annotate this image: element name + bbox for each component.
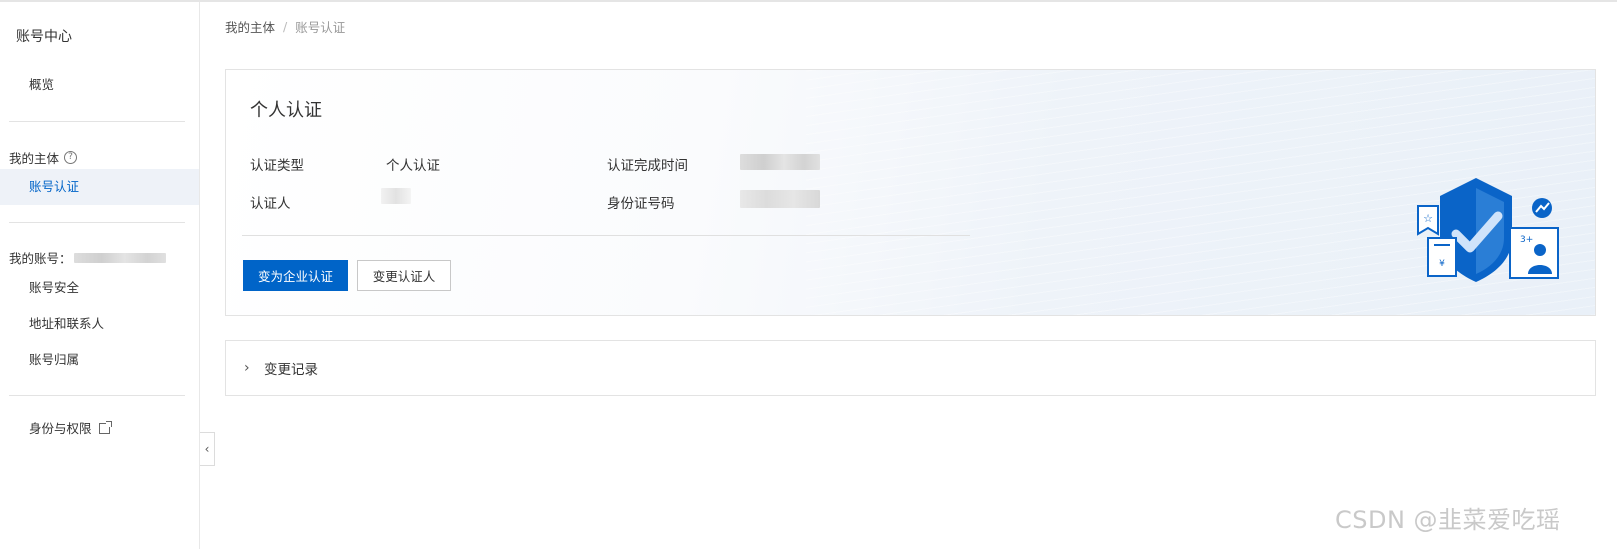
svg-text:¥: ¥ [1439, 259, 1445, 269]
change-records-label: 变更记录 [264, 362, 318, 378]
sidebar-item-identity-permissions-label: 身份与权限 [29, 421, 92, 436]
masked-account-id [73, 252, 166, 263]
change-certifier-button[interactable]: 变更认证人 [357, 260, 451, 291]
sidebar: 账号中心 概览 我的主体 ? 账号认证 我的账号： 账号安全 地址和联系人 账号… [0, 2, 200, 549]
sidebar-item-address-contacts[interactable]: 地址和联系人 [0, 306, 199, 342]
sidebar-divider [9, 395, 185, 396]
external-link-icon [98, 421, 112, 434]
breadcrumb-root[interactable]: 我的主体 [225, 17, 275, 36]
card-title: 个人认证 [250, 100, 322, 121]
switch-to-enterprise-button[interactable]: 变为企业认证 [243, 260, 348, 291]
auth-card: 个人认证 认证类型 个人认证 认证人 认证完成时间 身份证号码 变为企业认证 变… [225, 69, 1596, 316]
sidebar-title: 账号中心 [16, 29, 72, 45]
sidebar-item-account-ownership[interactable]: 账号归属 [0, 342, 199, 378]
help-icon[interactable]: ? [64, 151, 78, 164]
sidebar-group-account: 我的账号： [9, 248, 166, 267]
svg-text:☆: ☆ [1423, 212, 1433, 225]
sidebar-divider [9, 121, 185, 122]
sidebar-item-overview[interactable]: 概览 [0, 67, 199, 103]
top-border [0, 0, 1617, 2]
card-divider [242, 235, 970, 236]
auth-type-value: 个人认证 [386, 158, 440, 174]
svg-text:3+: 3+ [1520, 235, 1533, 245]
sidebar-collapse-button[interactable]: ‹ [200, 432, 215, 466]
auth-completed-label: 认证完成时间 [607, 158, 688, 174]
sidebar-divider [9, 222, 185, 223]
sidebar-item-account-auth[interactable]: 账号认证 [0, 169, 199, 205]
breadcrumb-separator: / [283, 19, 288, 34]
auth-person-label: 认证人 [250, 196, 291, 212]
masked-id-number [740, 190, 820, 208]
breadcrumb-current: 账号认证 [295, 20, 346, 35]
masked-completed-time [740, 154, 820, 170]
masked-person-name [381, 188, 411, 204]
sidebar-group-account-label: 我的账号： [9, 251, 72, 266]
sidebar-group-subject-label: 我的主体 [9, 151, 60, 166]
auth-id-label: 身份证号码 [607, 196, 675, 212]
sidebar-item-account-security[interactable]: 账号安全 [0, 270, 199, 306]
chevron-right-icon: › [244, 360, 250, 376]
breadcrumb: 我的主体 / 账号认证 [225, 17, 345, 36]
sidebar-item-identity-permissions[interactable]: 身份与权限 [0, 411, 199, 447]
security-shield-illustration: ☆ ¥ 3+ [1417, 178, 1559, 282]
sidebar-group-subject: 我的主体 ? [9, 148, 78, 167]
auth-type-label: 认证类型 [250, 158, 304, 174]
change-records-panel[interactable]: › 变更记录 [225, 340, 1596, 396]
watermark: CSDN @韭菜爱吃瑶 [1335, 506, 1561, 534]
